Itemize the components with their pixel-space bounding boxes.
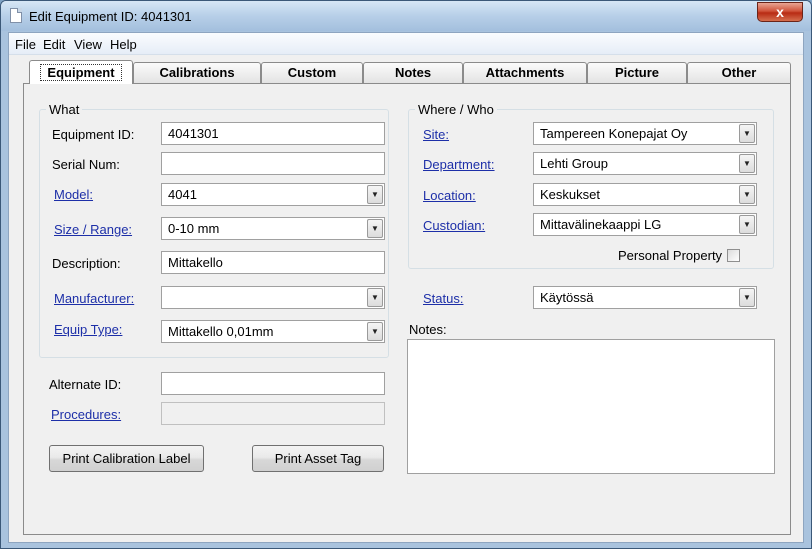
chevron-down-icon[interactable]: ▼ (367, 185, 383, 204)
menu-edit[interactable]: Edit (43, 37, 65, 52)
menu-bar: File Edit View Help (9, 33, 803, 55)
alternate-id-input[interactable] (161, 372, 385, 395)
site-combo[interactable]: Tampereen Konepajat Oy ▼ (533, 122, 757, 145)
custodian-value: Mittavälinekaappi LG (540, 217, 662, 232)
model-combo[interactable]: 4041 ▼ (161, 183, 385, 206)
personal-property-checkbox[interactable] (727, 249, 740, 262)
custodian-link[interactable]: Custodian: (423, 218, 485, 233)
tab-other[interactable]: Other (687, 62, 791, 83)
chevron-down-icon[interactable]: ▼ (367, 322, 383, 341)
size-range-value: 0-10 mm (168, 221, 220, 236)
status-link[interactable]: Status: (423, 291, 463, 306)
menu-help[interactable]: Help (110, 37, 137, 52)
chevron-down-icon[interactable]: ▼ (739, 288, 755, 307)
notes-label: Notes: (409, 322, 447, 337)
edit-equipment-window: Edit Equipment ID: 4041301 x File Edit V… (0, 0, 812, 549)
document-icon (10, 8, 22, 23)
chevron-down-icon[interactable]: ▼ (739, 124, 755, 143)
close-button[interactable]: x (757, 2, 803, 22)
chevron-down-icon[interactable]: ▼ (739, 215, 755, 234)
size-range-link[interactable]: Size / Range: (54, 222, 132, 237)
personal-property-label: Personal Property (618, 248, 723, 263)
location-link[interactable]: Location: (423, 188, 476, 203)
model-value: 4041 (168, 187, 197, 202)
equipment-tab-panel: What Equipment ID: 4041301 Serial Num: M… (23, 83, 791, 535)
equip-type-link[interactable]: Equip Type: (54, 322, 122, 337)
chevron-down-icon[interactable]: ▼ (739, 154, 755, 173)
tab-notes[interactable]: Notes (363, 62, 463, 83)
size-range-combo[interactable]: 0-10 mm ▼ (161, 217, 385, 240)
menu-file[interactable]: File (15, 37, 36, 52)
department-combo[interactable]: Lehti Group ▼ (533, 152, 757, 175)
tab-calibrations[interactable]: Calibrations (133, 62, 261, 83)
tab-equipment[interactable]: Equipment (29, 60, 133, 84)
status-combo[interactable]: Käytössä ▼ (533, 286, 757, 309)
description-input[interactable]: Mittakello (161, 251, 385, 274)
tab-picture[interactable]: Picture (587, 62, 687, 83)
tab-equipment-label: Equipment (40, 64, 122, 81)
chevron-down-icon[interactable]: ▼ (367, 288, 383, 307)
manufacturer-link[interactable]: Manufacturer: (54, 291, 134, 306)
equip-type-value: Mittakello 0,01mm (168, 324, 274, 339)
site-value: Tampereen Konepajat Oy (540, 126, 688, 141)
what-legend: What (46, 102, 83, 117)
print-asset-tag-button[interactable]: Print Asset Tag (252, 445, 384, 472)
window-title: Edit Equipment ID: 4041301 (29, 9, 192, 24)
notes-textarea[interactable] (407, 339, 775, 474)
chevron-down-icon[interactable]: ▼ (739, 185, 755, 204)
location-combo[interactable]: Keskukset ▼ (533, 183, 757, 206)
model-link[interactable]: Model: (54, 187, 93, 202)
window-client: File Edit View Help Equipment Calibratio… (8, 32, 804, 543)
serial-num-label: Serial Num: (52, 157, 120, 172)
serial-num-input[interactable] (161, 152, 385, 175)
print-calibration-label-button[interactable]: Print Calibration Label (49, 445, 204, 472)
status-value: Käytössä (540, 290, 594, 305)
location-value: Keskukset (540, 187, 600, 202)
equipment-id-label: Equipment ID: (52, 127, 135, 142)
menu-view[interactable]: View (74, 37, 102, 52)
department-link[interactable]: Department: (423, 157, 495, 172)
tab-custom[interactable]: Custom (261, 62, 363, 83)
alternate-id-label: Alternate ID: (49, 377, 122, 392)
department-value: Lehti Group (540, 156, 608, 171)
manufacturer-combo[interactable]: ▼ (161, 286, 385, 309)
title-bar[interactable]: Edit Equipment ID: 4041301 x (1, 1, 811, 31)
description-label: Description: (52, 256, 121, 271)
equipment-id-input[interactable]: 4041301 (161, 122, 385, 145)
tab-attachments[interactable]: Attachments (463, 62, 587, 83)
procedures-link[interactable]: Procedures: (51, 407, 121, 422)
where-who-legend: Where / Who (415, 102, 497, 117)
chevron-down-icon[interactable]: ▼ (367, 219, 383, 238)
procedures-input (161, 402, 385, 425)
site-link[interactable]: Site: (423, 127, 449, 142)
custodian-combo[interactable]: Mittavälinekaappi LG ▼ (533, 213, 757, 236)
equip-type-combo[interactable]: Mittakello 0,01mm ▼ (161, 320, 385, 343)
